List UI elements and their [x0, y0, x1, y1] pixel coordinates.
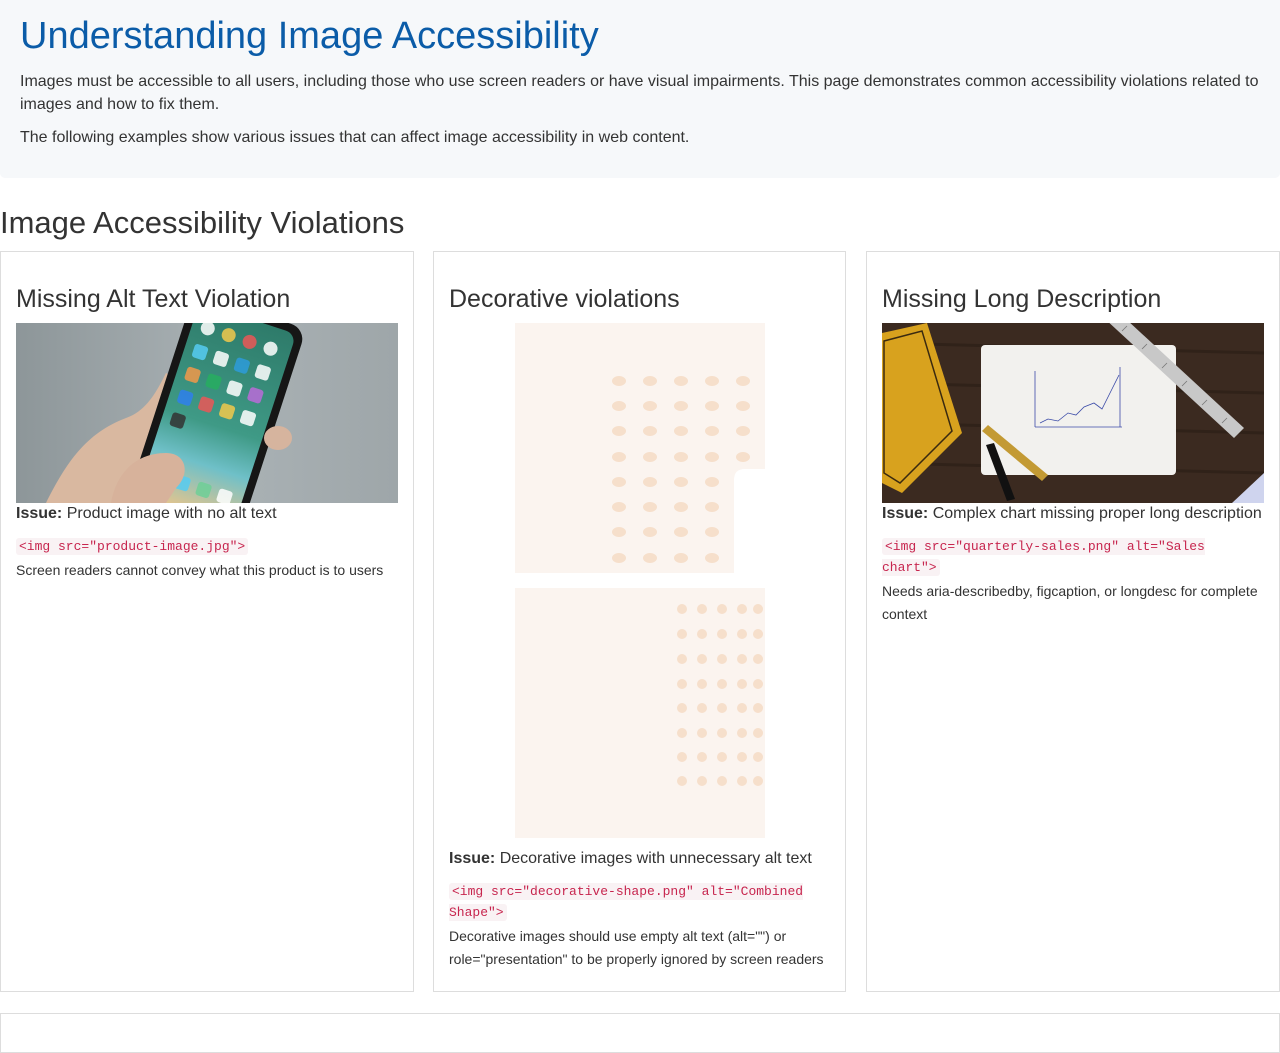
- card-title: Missing Alt Text Violation: [16, 285, 291, 313]
- issue-text: Issue: Product image with no alt text: [16, 503, 398, 525]
- next-card-edge: [0, 1013, 1280, 1053]
- intro-paragraph-2: The following examples show various issu…: [20, 129, 690, 146]
- code-snippet: <img src="product-image.jpg">: [16, 538, 249, 555]
- card-body: Issue: Decorative images with unnecessar…: [449, 848, 830, 971]
- issue-description: Product image with no alt text: [66, 505, 277, 522]
- card-body: Issue: Product image with no alt text <i…: [16, 503, 398, 582]
- card-missing-alt-text: Missing Alt Text Violation Issue: Produc…: [0, 251, 414, 992]
- card-title: Decorative violations: [449, 285, 680, 313]
- issue-description: Complex chart missing proper long descri…: [932, 505, 1262, 522]
- issue-description: Decorative images with unnecessary alt t…: [499, 850, 812, 867]
- card-missing-long-description: Missing Long Description Issue: Complex …: [866, 251, 1280, 992]
- issue-label: Issue:: [882, 505, 929, 522]
- decorative-shape-image-2: [515, 588, 765, 838]
- phone-photo-image: [16, 323, 398, 503]
- issue-text: Issue: Decorative images with unnecessar…: [449, 848, 830, 870]
- card-title: Missing Long Description: [882, 285, 1162, 313]
- chart-desk-photo-image: [882, 323, 1264, 503]
- decorative-shape-image: [515, 323, 765, 573]
- code-snippet: <img src="quarterly-sales.png" alt="Sale…: [882, 538, 1205, 576]
- card-decorative-violations: Decorative violations Issue: Decorative …: [433, 251, 846, 992]
- intro-paragraph-1: Images must be accessible to all users, …: [20, 73, 1259, 113]
- issue-label: Issue:: [449, 850, 496, 867]
- intro-panel: Understanding Image Accessibility Images…: [0, 0, 1280, 178]
- card-body: Issue: Complex chart missing proper long…: [882, 503, 1264, 626]
- page-title: Understanding Image Accessibility: [20, 15, 599, 57]
- note-text: Decorative images should use empty alt t…: [449, 928, 824, 967]
- note-text: Needs aria-describedby, figcaption, or l…: [882, 583, 1258, 622]
- note-text: Screen readers cannot convey what this p…: [16, 562, 384, 578]
- section-title: Image Accessibility Violations: [0, 205, 405, 240]
- code-snippet: <img src="decorative-shape.png" alt="Com…: [449, 883, 804, 921]
- issue-text: Issue: Complex chart missing proper long…: [882, 503, 1264, 525]
- issue-label: Issue:: [16, 505, 63, 522]
